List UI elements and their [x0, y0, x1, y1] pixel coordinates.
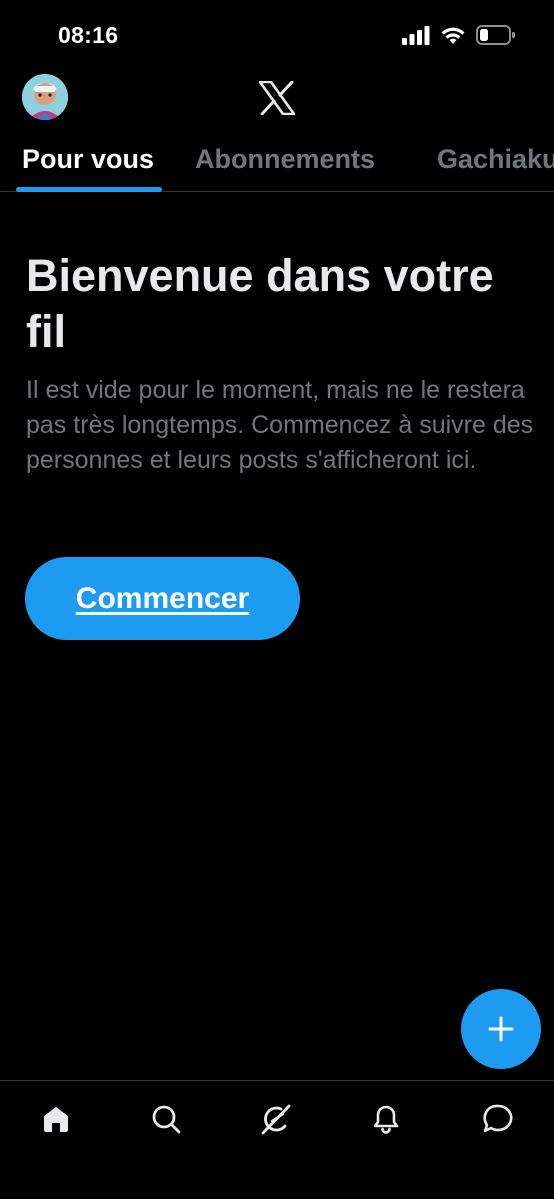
start-button[interactable]: Commencer	[25, 557, 300, 640]
status-time: 08:16	[58, 22, 119, 48]
active-tab-indicator	[16, 187, 162, 192]
welcome-title: Bienvenue dans votre fil	[26, 250, 494, 357]
home-screen: 08:16 Pour vous Abonnements Gachiaku Bie…	[0, 0, 554, 1199]
feed-tabs: Pour vous Abonnements Gachiaku	[0, 130, 554, 192]
battery-low-icon	[476, 25, 515, 45]
tab-for-you[interactable]: Pour vous	[22, 144, 154, 175]
tab-following[interactable]: Abonnements	[195, 144, 375, 175]
grok-icon	[261, 1104, 291, 1135]
plus-icon	[488, 1016, 514, 1042]
bottom-nav	[0, 1080, 554, 1199]
bell-icon	[373, 1105, 399, 1134]
search-icon	[152, 1105, 181, 1134]
message-icon	[483, 1104, 513, 1133]
compose-button[interactable]	[461, 989, 541, 1069]
avatar-image	[22, 74, 68, 120]
tab-community[interactable]: Gachiaku	[437, 144, 554, 175]
nav-search[interactable]	[148, 1101, 184, 1137]
nav-notifications[interactable]	[368, 1101, 404, 1137]
welcome-description: Il est vide pour le moment, mais ne le r…	[26, 376, 534, 474]
status-icons	[402, 25, 516, 45]
nav-home[interactable]	[38, 1101, 74, 1137]
wifi-icon	[441, 27, 465, 44]
home-icon	[44, 1107, 68, 1132]
cellular-signal-icon	[402, 26, 430, 45]
profile-avatar[interactable]	[22, 74, 68, 120]
status-bar: 08:16	[0, 0, 554, 70]
nav-messages[interactable]	[480, 1101, 516, 1137]
x-logo-icon	[259, 81, 295, 115]
nav-grok[interactable]	[258, 1101, 294, 1137]
